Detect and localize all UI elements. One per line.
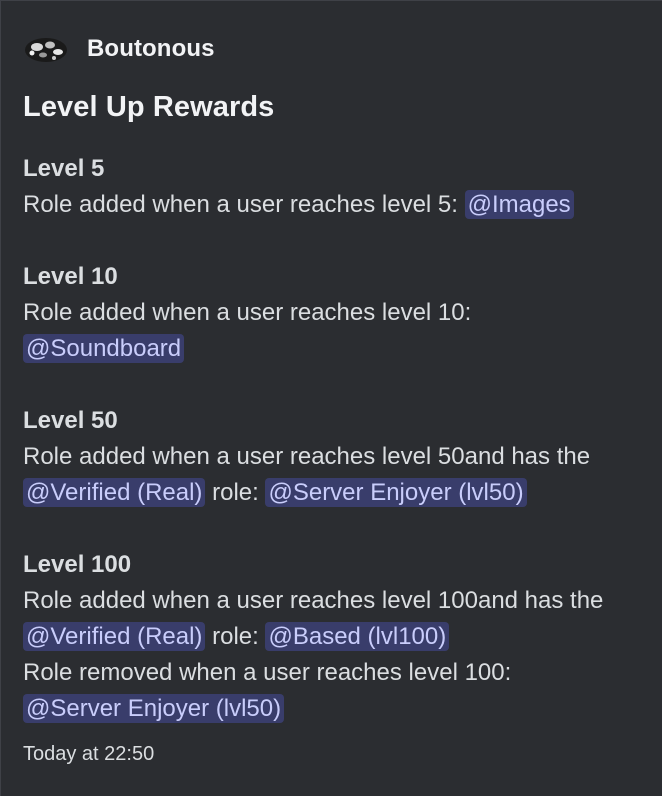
field-name: Level 100 — [23, 551, 132, 578]
role-mention[interactable]: @Soundboard — [23, 334, 185, 363]
embed-fields: Level 5 Role added when a user reaches l… — [23, 151, 653, 763]
role-mention[interactable]: @Images — [464, 190, 574, 219]
field-level-5: Level 5 Role added when a user reaches l… — [23, 151, 653, 223]
bot-avatar-icon[interactable] — [23, 33, 69, 65]
field-value: Role added when a user reaches level 5: … — [23, 187, 653, 223]
field-text: Role added when a user reaches level 5: — [23, 191, 465, 218]
field-level-10: Level 10 Role added when a user reaches … — [23, 259, 653, 367]
field-text: role: — [205, 623, 266, 650]
field-value: Role added when a user reaches level 10:… — [23, 295, 653, 367]
field-name: Level 50 — [23, 407, 118, 434]
role-mention[interactable]: @Server Enjoyer (lvl50) — [265, 478, 527, 507]
embed-author: Boutonous — [23, 31, 215, 67]
field-text: Role removed when a user reaches level 1… — [23, 659, 512, 686]
field-name: Level 5 — [23, 155, 105, 182]
level-up-embed: Boutonous Level Up Rewards Level 5 Role … — [0, 0, 662, 796]
field-level-50: Level 50 Role added when a user reaches … — [23, 403, 653, 511]
field-level-100: Level 100 Role added when a user reaches… — [23, 547, 653, 727]
role-mention[interactable]: @Verified (Real) — [23, 478, 206, 507]
field-text: role: — [205, 479, 266, 506]
author-name[interactable]: Boutonous — [87, 35, 215, 63]
field-value: Role added when a user reaches level 100… — [23, 583, 653, 727]
role-mention[interactable]: @Verified (Real) — [23, 622, 206, 651]
role-mention[interactable]: @Server Enjoyer (lvl50) — [23, 694, 285, 723]
embed-timestamp: Today at 22:50 — [23, 743, 155, 765]
field-name: Level 10 — [23, 263, 118, 290]
field-text: Role added when a user reaches level 100… — [23, 587, 604, 614]
embed-title: Level Up Rewards — [23, 91, 275, 123]
field-value: Role added when a user reaches level 50a… — [23, 439, 653, 511]
field-text: Role added when a user reaches level 10: — [23, 299, 472, 326]
field-text: Role added when a user reaches level 50a… — [23, 443, 591, 470]
role-mention[interactable]: @Based (lvl100) — [265, 622, 450, 651]
